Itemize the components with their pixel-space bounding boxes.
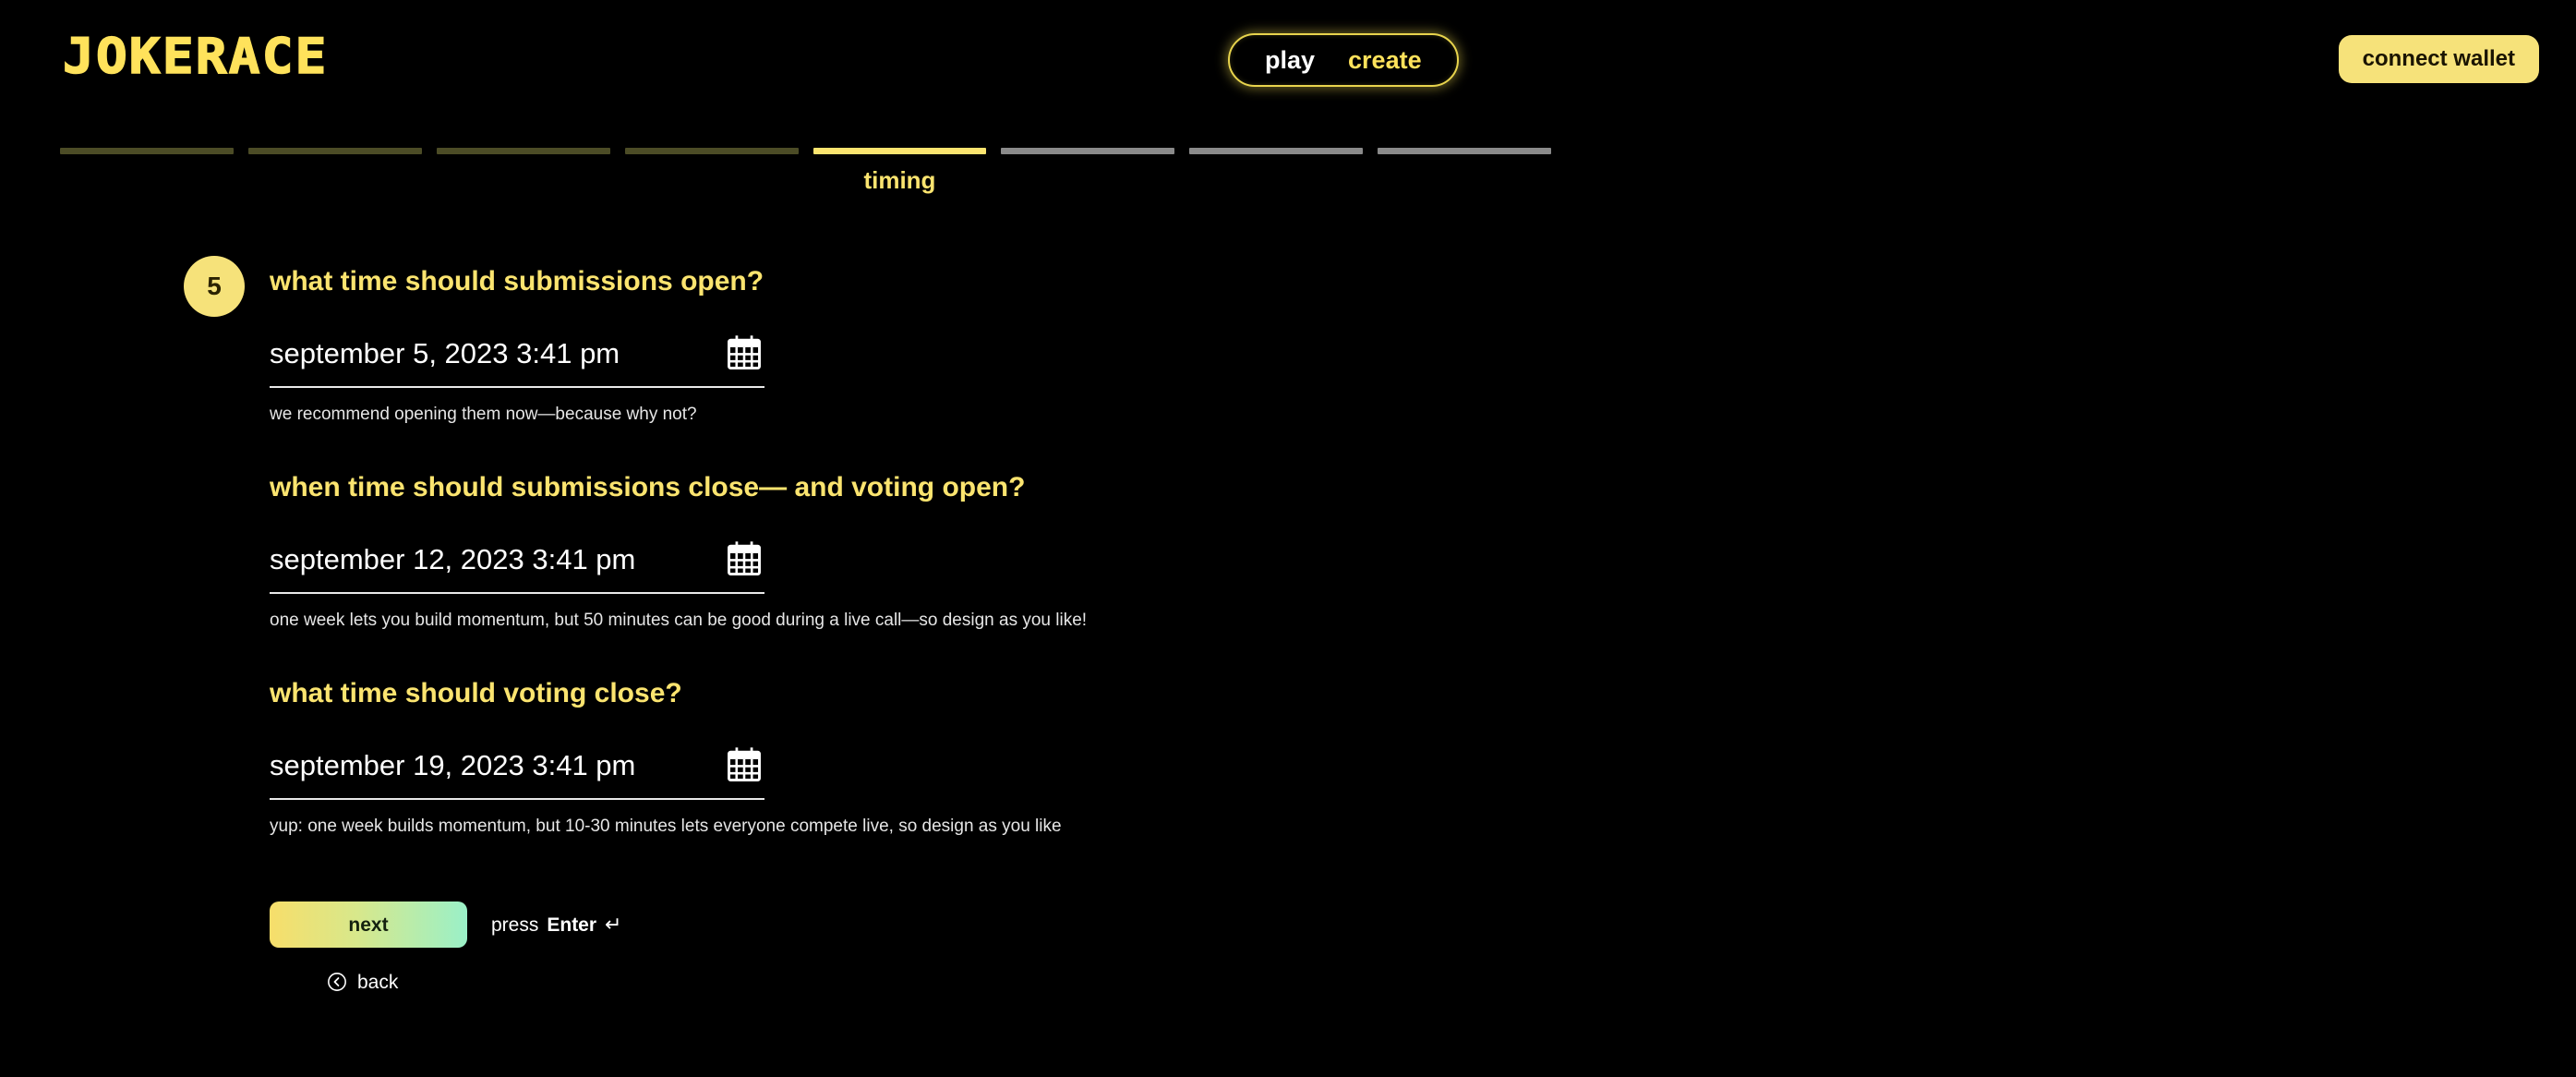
question-title-3: what time should voting close? bbox=[270, 677, 682, 708]
date-field-submissions-close[interactable]: september 12, 2023 3:41 pm bbox=[270, 538, 764, 594]
question-title-1: what time should submissions open? bbox=[270, 266, 764, 296]
step-label-timing: timing bbox=[863, 166, 936, 194]
nav-tab-play[interactable]: play bbox=[1265, 47, 1315, 73]
date-value-3: september 19, 2023 3:41 pm bbox=[270, 748, 636, 781]
question-hint-3: yup: one week builds momentum, but 10-30… bbox=[270, 816, 1062, 836]
question-block-submissions-close: when time should submissions close— and … bbox=[0, 471, 2576, 632]
form-footer: next press Enter ↵ back bbox=[270, 902, 2576, 992]
back-link[interactable]: back bbox=[327, 972, 398, 992]
step-number-badge: 5 bbox=[184, 256, 245, 317]
date-field-voting-close[interactable]: september 19, 2023 3:41 pm bbox=[270, 744, 764, 800]
step-segment-1[interactable] bbox=[60, 148, 234, 154]
step-segment-5-active[interactable]: timing bbox=[813, 148, 987, 192]
step-segment-3[interactable] bbox=[436, 148, 610, 154]
step-segment-6[interactable] bbox=[1001, 148, 1175, 154]
calendar-icon[interactable] bbox=[724, 538, 764, 579]
question-block-voting-close: what time should voting close? september… bbox=[0, 677, 2576, 838]
calendar-icon[interactable] bbox=[724, 333, 764, 373]
jokerace-logo[interactable]: JOKERACE bbox=[62, 31, 329, 81]
question-block-submissions-open: 5 what time should submissions open? sep… bbox=[0, 236, 2576, 426]
press-enter-prefix: press bbox=[491, 914, 539, 936]
press-enter-hint: press Enter ↵ bbox=[491, 914, 621, 935]
timing-form: 5 what time should submissions open? sep… bbox=[0, 236, 2576, 992]
enter-return-icon: ↵ bbox=[605, 913, 622, 937]
calendar-icon[interactable] bbox=[724, 744, 764, 785]
question-hint-1: we recommend opening them now—because wh… bbox=[270, 405, 697, 424]
step-segment-4[interactable] bbox=[624, 148, 799, 154]
nav-tab-create[interactable]: create bbox=[1348, 47, 1422, 73]
chevron-left-circle-icon bbox=[328, 973, 346, 992]
question-hint-2: one week lets you build momentum, but 50… bbox=[270, 610, 1088, 630]
app-header: JOKERACE play create connect wallet bbox=[0, 0, 2576, 129]
step-segment-7[interactable] bbox=[1189, 148, 1364, 154]
press-enter-key: Enter bbox=[547, 914, 597, 936]
step-segment-2[interactable] bbox=[247, 148, 422, 154]
date-value-2: september 12, 2023 3:41 pm bbox=[270, 542, 636, 575]
main-nav-pill: play create bbox=[1228, 33, 1459, 87]
question-title-2: when time should submissions close— and … bbox=[270, 471, 1026, 502]
step-segment-8[interactable] bbox=[1378, 148, 1551, 154]
connect-wallet-button[interactable]: connect wallet bbox=[2338, 35, 2539, 83]
date-value-1: september 5, 2023 3:41 pm bbox=[270, 336, 620, 369]
footer-actions-row: next press Enter ↵ bbox=[270, 902, 2576, 949]
next-button[interactable]: next bbox=[270, 902, 467, 949]
date-field-submissions-open[interactable]: september 5, 2023 3:41 pm bbox=[270, 333, 764, 388]
back-label: back bbox=[357, 971, 399, 993]
progress-stepper: timing bbox=[60, 148, 1551, 192]
